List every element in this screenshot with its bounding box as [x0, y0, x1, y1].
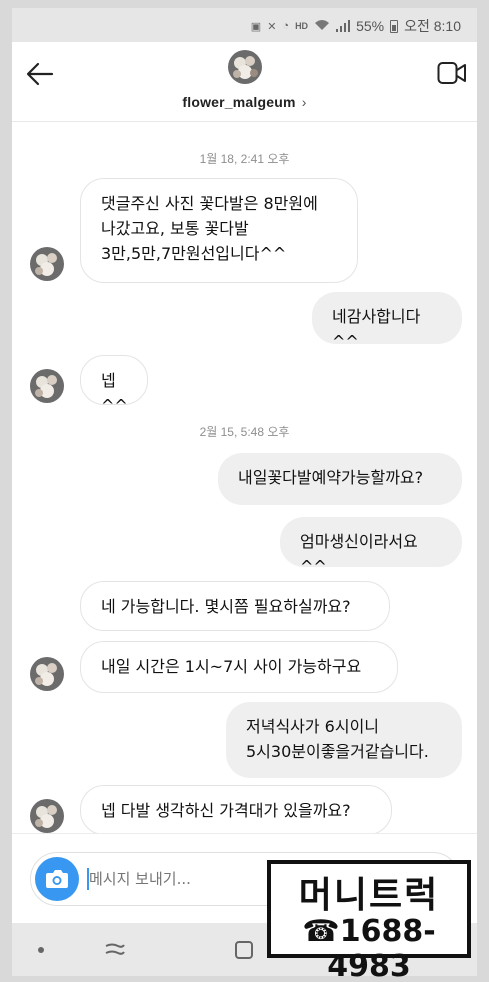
camera-button[interactable]	[35, 857, 79, 901]
video-camera-icon[interactable]	[437, 60, 467, 86]
watermark-logo: 머니트럭 ☎1688-4983	[267, 860, 471, 982]
sender-avatar[interactable]	[30, 799, 64, 833]
battery-percent: 55%	[356, 18, 385, 34]
recent-apps-icon[interactable]	[104, 939, 126, 959]
received-message[interactable]: 네 가능합니다. 몇시쯤 필요하실까요?	[80, 581, 390, 631]
received-message[interactable]: 넵 다발 생각하신 가격대가 있을까요?	[80, 785, 392, 835]
mute-icon: ✕	[267, 20, 277, 33]
username: flower_malgeum	[182, 94, 296, 110]
home-icon[interactable]	[234, 940, 254, 960]
received-message[interactable]: 댓글주신 사진 꽃다발은 8만원에 나갔고요, 보통 꽃다발 3만,5만,7만원…	[80, 178, 358, 283]
chevron-right-icon: ›	[301, 94, 307, 110]
wifi-icon	[314, 19, 330, 34]
hd-label: HD	[295, 21, 309, 31]
phone-screen: ▣ ✕ ◔ HD 55% 오전 8:10 flower_malgeum › 1월…	[12, 8, 477, 976]
sent-message[interactable]: 저녁식사가 6시이니 5시30분이좋을거같습니다.	[226, 702, 462, 778]
received-message[interactable]: 내일 시간은 1시~7시 사이 가능하구요	[80, 641, 398, 693]
sent-message[interactable]: 내일꽃다발예약가능할까요?	[218, 453, 462, 505]
nav-dot-icon[interactable]	[38, 947, 44, 953]
watermark-panel: 머니트럭 ☎1688-4983	[271, 864, 467, 982]
sent-message[interactable]: 엄마생신이라서요^^	[280, 517, 462, 576]
timestamp: 1월 18, 2:41 오후	[199, 152, 290, 166]
sender-avatar[interactable]	[30, 247, 64, 281]
sim-icon: ▣	[250, 20, 262, 33]
received-message[interactable]: 넵^^	[80, 355, 148, 415]
camera-icon	[46, 870, 68, 888]
watermark-phone: ☎1688-4983	[302, 914, 436, 982]
timestamp: 2월 15, 5:48 오후	[199, 425, 290, 439]
signal-icon	[336, 20, 351, 32]
header-avatar[interactable]	[228, 50, 262, 84]
sender-avatar[interactable]	[30, 657, 64, 691]
arrow-left-icon[interactable]	[24, 58, 56, 90]
alarm-icon: ◔	[282, 20, 290, 32]
status-bar: ▣ ✕ ◔ HD 55% 오전 8:10	[12, 8, 477, 42]
status-icons: ▣ ✕ ◔ HD 55% 오전 8:10	[251, 16, 461, 36]
chat-header: flower_malgeum ›	[12, 42, 477, 122]
message-thread[interactable]: 1월 18, 2:41 오후 댓글주신 사진 꽃다발은 8만원에 나갔고요, 보…	[12, 123, 477, 835]
sent-message[interactable]: 네감사합니다^^	[312, 292, 462, 351]
sender-avatar[interactable]	[30, 369, 64, 403]
status-time: 오전 8:10	[404, 18, 461, 34]
watermark-title: 머니트럭	[298, 875, 440, 916]
username-link[interactable]: flower_malgeum ›	[12, 94, 477, 110]
battery-icon	[390, 19, 399, 33]
